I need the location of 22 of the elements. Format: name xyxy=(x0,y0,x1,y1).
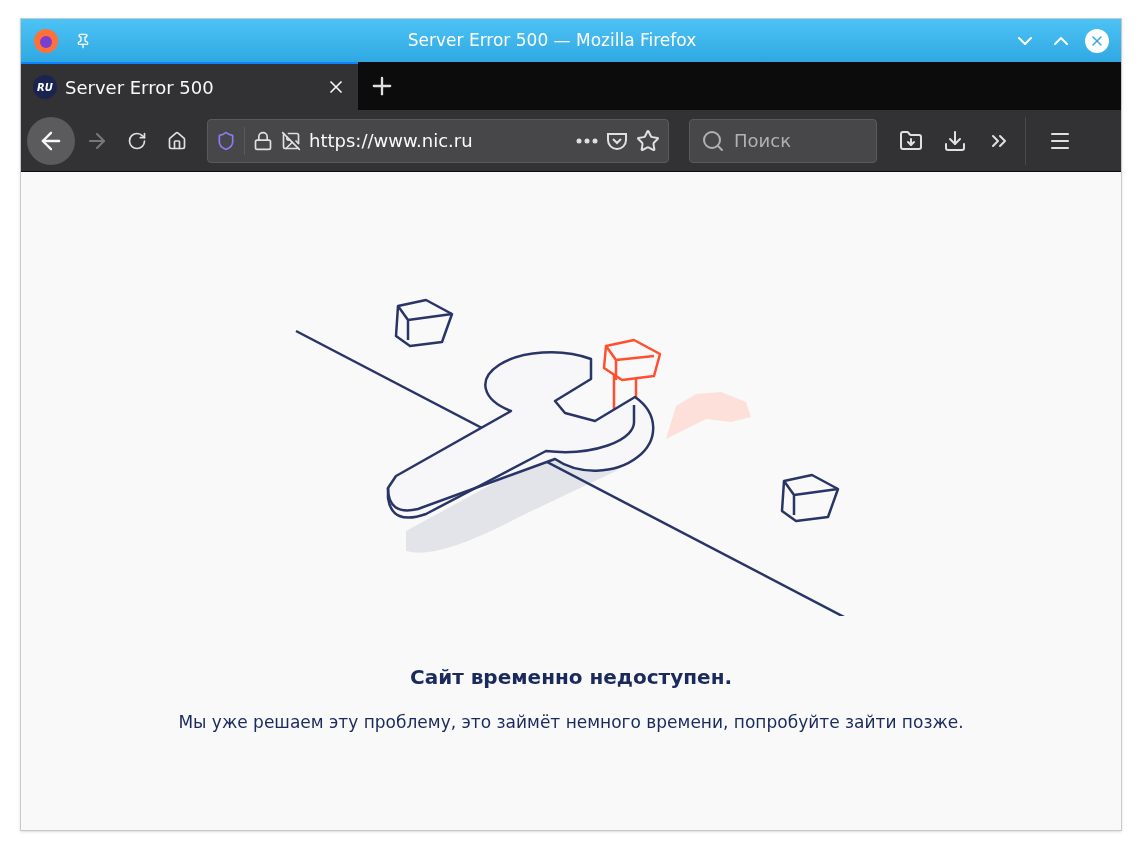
shield-icon[interactable] xyxy=(216,130,236,151)
url-text[interactable]: https://www.nic.ru xyxy=(309,127,568,154)
reload-icon[interactable] xyxy=(127,130,147,151)
error-message: Мы уже решаем эту проблему, это займёт немного времени, попробуйте зайти позже. xyxy=(178,711,964,734)
window-title: Server Error 500 — Mozilla Firefox xyxy=(406,28,698,52)
bookmark-star-icon[interactable] xyxy=(636,128,660,153)
error-heading: Сайт временно недоступен. xyxy=(409,664,733,691)
folder-download-icon[interactable] xyxy=(899,128,923,153)
image-off-icon[interactable] xyxy=(281,130,301,151)
site-favicon: RU xyxy=(33,75,57,99)
browser-tab[interactable]: RU Server Error 500 xyxy=(21,62,358,110)
search-field[interactable]: Поиск xyxy=(689,118,877,163)
lock-icon[interactable] xyxy=(253,130,273,151)
download-icon[interactable] xyxy=(943,128,967,153)
search-icon xyxy=(701,128,725,153)
more-dots-icon[interactable] xyxy=(576,137,598,144)
browser-logo-icon xyxy=(33,27,59,54)
back-button[interactable] xyxy=(27,116,75,165)
pocket-icon[interactable] xyxy=(606,130,628,151)
tab-title: Server Error 500 xyxy=(65,75,215,100)
home-icon[interactable] xyxy=(167,130,187,151)
address-bar[interactable]: https://www.nic.ru xyxy=(207,118,669,163)
